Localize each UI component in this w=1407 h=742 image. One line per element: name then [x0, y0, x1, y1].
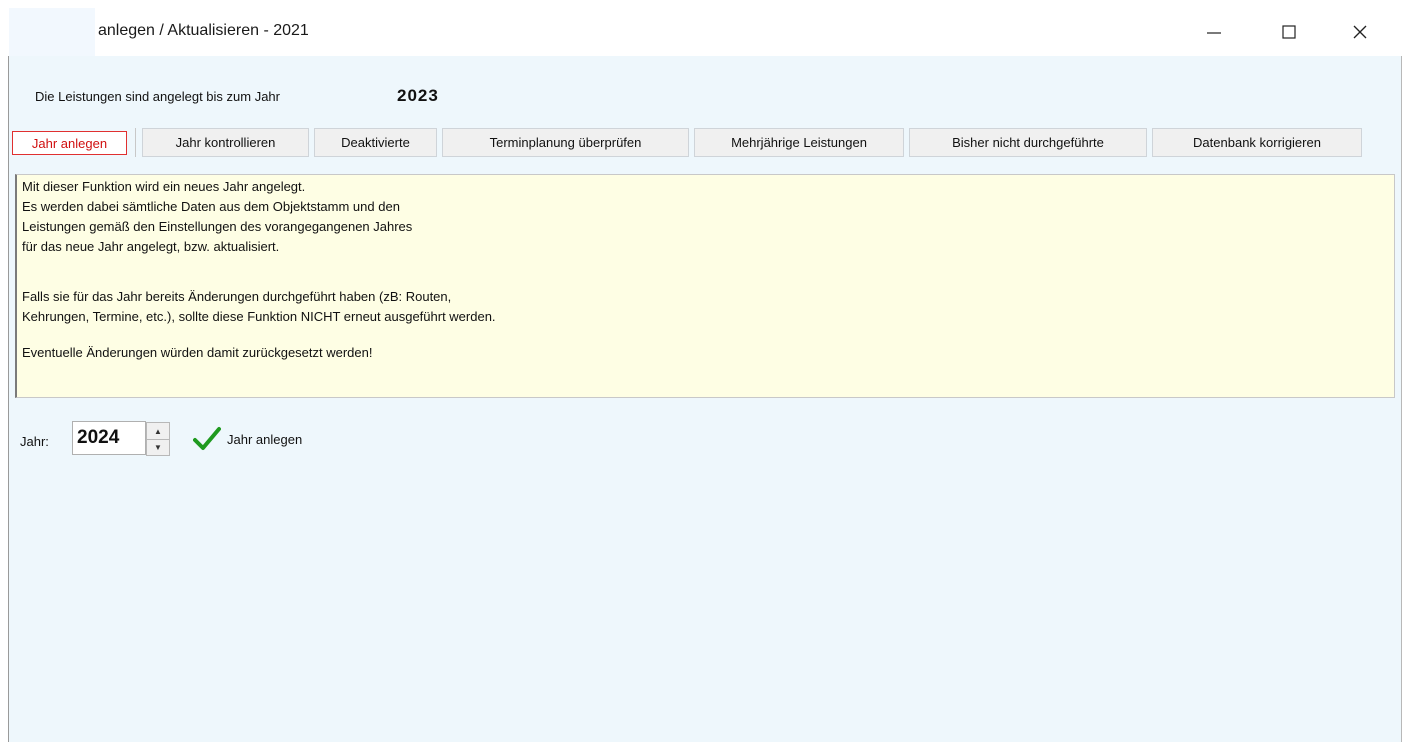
- minimize-button[interactable]: [1179, 8, 1249, 56]
- tab-bisher-nicht-durchgefuehrte[interactable]: Bisher nicht durchgeführte: [909, 128, 1147, 157]
- checkmark-icon: [193, 427, 221, 450]
- chevron-down-icon: ▼: [154, 442, 162, 452]
- close-icon: [1353, 25, 1367, 39]
- year-value: 2024: [77, 427, 120, 448]
- tab-jahr-kontrollieren[interactable]: Jahr kontrollieren: [142, 128, 309, 157]
- tab-label: Terminplanung überprüfen: [489, 135, 642, 150]
- year-spinner[interactable]: ▲ ▼: [146, 422, 170, 456]
- info-line: Es werden dabei sämtliche Daten aus dem …: [22, 199, 400, 214]
- info-line: Mit dieser Funktion wird ein neues Jahr …: [22, 179, 306, 194]
- app-icon-area: [9, 8, 95, 56]
- tab-label: Mehrjährige Leistungen: [731, 135, 867, 150]
- app-window: anlegen / Aktualisieren - 2021 Die Leist…: [0, 0, 1407, 742]
- client-area: Die Leistungen sind angelegt bis zum Jah…: [9, 56, 1401, 742]
- year-label: Jahr:: [20, 434, 49, 449]
- status-label: Die Leistungen sind angelegt bis zum Jah…: [35, 89, 280, 104]
- tab-separator: [135, 128, 136, 157]
- window-title: anlegen / Aktualisieren - 2021: [98, 22, 309, 39]
- minimize-icon: [1207, 32, 1221, 34]
- title-bar[interactable]: anlegen / Aktualisieren - 2021: [9, 8, 1401, 56]
- jahr-anlegen-button[interactable]: Jahr anlegen: [193, 422, 343, 456]
- tab-label: Jahr anlegen: [31, 135, 108, 151]
- info-text-box: Mit dieser Funktion wird ein neues Jahr …: [15, 174, 1395, 398]
- close-button[interactable]: [1325, 8, 1395, 56]
- tab-label: Bisher nicht durchgeführte: [952, 135, 1104, 150]
- maximize-icon: [1282, 25, 1296, 39]
- jahr-anlegen-label: Jahr anlegen: [227, 431, 303, 447]
- info-line: Kehrungen, Termine, etc.), sollte diese …: [22, 309, 496, 324]
- tab-datenbank-korrigieren[interactable]: Datenbank korrigieren: [1152, 128, 1362, 157]
- tab-terminplanung[interactable]: Terminplanung überprüfen: [442, 128, 689, 157]
- chevron-up-icon: ▲: [154, 426, 162, 436]
- info-line: für das neue Jahr angelegt, bzw. aktuali…: [22, 239, 280, 254]
- tab-mehrjaehrige-leistungen[interactable]: Mehrjährige Leistungen: [694, 128, 904, 157]
- spin-up-button[interactable]: ▲: [147, 423, 169, 440]
- status-year: 2023: [397, 86, 439, 105]
- info-line: Leistungen gemäß den Einstellungen des v…: [22, 219, 413, 234]
- tab-label: Jahr kontrollieren: [175, 135, 276, 150]
- window-right-border: [1401, 56, 1402, 742]
- tab-label: Datenbank korrigieren: [1193, 135, 1321, 150]
- maximize-button[interactable]: [1254, 8, 1324, 56]
- tab-jahr-anlegen[interactable]: Jahr anlegen: [12, 131, 127, 155]
- tab-deaktivierte[interactable]: Deaktivierte: [314, 128, 437, 157]
- spin-down-button[interactable]: ▼: [147, 439, 169, 455]
- tab-label: Deaktivierte: [341, 135, 410, 150]
- info-line: Falls sie für das Jahr bereits Änderunge…: [22, 289, 452, 304]
- year-input[interactable]: 2024: [72, 421, 146, 455]
- info-line: Eventuelle Änderungen würden damit zurüc…: [22, 345, 373, 360]
